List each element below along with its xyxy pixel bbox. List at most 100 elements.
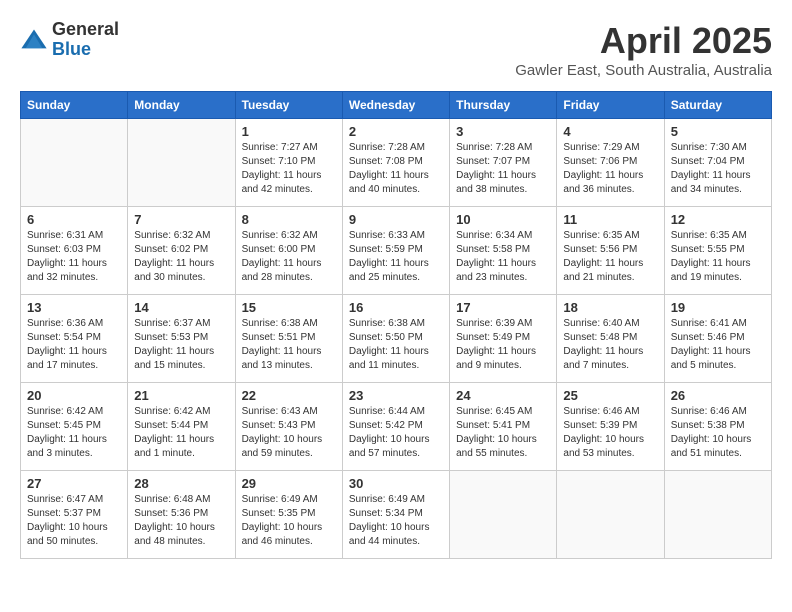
day-info: Sunrise: 6:31 AMSunset: 6:03 PMDaylight:… [27, 229, 121, 285]
day-info: Sunrise: 7:28 AMSunset: 7:07 PMDaylight:… [456, 141, 550, 197]
day-cell [128, 119, 235, 207]
day-number: 17 [456, 300, 550, 315]
week-row-3: 13 Sunrise: 6:36 AMSunset: 5:54 PMDayligh… [21, 295, 772, 383]
day-cell: 12 Sunrise: 6:35 AMSunset: 5:55 PMDayligh… [664, 207, 771, 295]
day-info: Sunrise: 7:28 AMSunset: 7:08 PMDaylight:… [349, 141, 443, 197]
day-cell [557, 471, 664, 559]
header-row: SundayMondayTuesdayWednesdayThursdayFrid… [21, 92, 772, 119]
column-header-monday: Monday [128, 92, 235, 119]
week-row-4: 20 Sunrise: 6:42 AMSunset: 5:45 PMDayligh… [21, 383, 772, 471]
day-info: Sunrise: 7:30 AMSunset: 7:04 PMDaylight:… [671, 141, 765, 197]
day-cell: 22Sunrise: 6:43 AMSunset: 5:43 PMDayligh… [235, 383, 342, 471]
day-number: 6 [27, 212, 121, 227]
day-number: 15 [242, 300, 336, 315]
logo-icon [20, 26, 48, 54]
day-info: Sunrise: 6:38 AMSunset: 5:51 PMDaylight:… [242, 317, 336, 373]
logo-blue: Blue [52, 40, 119, 60]
day-cell: 26Sunrise: 6:46 AMSunset: 5:38 PMDayligh… [664, 383, 771, 471]
day-cell: 2Sunrise: 7:28 AMSunset: 7:08 PMDaylight… [342, 119, 449, 207]
day-cell: 27 Sunrise: 6:47 AMSunset: 5:37 PMDayligh… [21, 471, 128, 559]
day-info: Sunrise: 6:44 AMSunset: 5:42 PMDaylight:… [349, 405, 443, 461]
day-number: 11 [563, 212, 657, 227]
calendar: SundayMondayTuesdayWednesdayThursdayFrid… [20, 91, 772, 559]
day-cell: 6 Sunrise: 6:31 AMSunset: 6:03 PMDaylight… [21, 207, 128, 295]
day-cell: 11 Sunrise: 6:35 AMSunset: 5:56 PMDayligh… [557, 207, 664, 295]
day-number: 25 [563, 388, 657, 403]
logo-general: General [52, 20, 119, 40]
column-header-wednesday: Wednesday [342, 92, 449, 119]
week-row-1: 1Sunrise: 7:27 AMSunset: 7:10 PMDaylight… [21, 119, 772, 207]
day-cell: 3 Sunrise: 7:28 AMSunset: 7:07 PMDaylight… [450, 119, 557, 207]
day-cell [450, 471, 557, 559]
day-number: 4 [563, 124, 657, 139]
day-number: 13 [27, 300, 121, 315]
day-info: Sunrise: 6:35 AMSunset: 5:55 PMDaylight:… [671, 229, 765, 285]
day-number: 7 [134, 212, 228, 227]
day-info: Sunrise: 6:32 AMSunset: 6:00 PMDaylight:… [242, 229, 336, 285]
day-cell: 23 Sunrise: 6:44 AMSunset: 5:42 PMDayligh… [342, 383, 449, 471]
day-number: 9 [349, 212, 443, 227]
calendar-body: 1Sunrise: 7:27 AMSunset: 7:10 PMDaylight… [21, 119, 772, 559]
day-info: Sunrise: 7:27 AMSunset: 7:10 PMDaylight:… [242, 141, 336, 197]
day-cell: 7 Sunrise: 6:32 AMSunset: 6:02 PMDaylight… [128, 207, 235, 295]
day-number: 14 [134, 300, 228, 315]
day-cell: 14 Sunrise: 6:37 AMSunset: 5:53 PMDayligh… [128, 295, 235, 383]
header: General Blue April 2025 Gawler East, Sou… [20, 20, 772, 79]
day-info: Sunrise: 6:33 AMSunset: 5:59 PMDaylight:… [349, 229, 443, 285]
day-info: Sunrise: 7:29 AMSunset: 7:06 PMDaylight:… [563, 141, 657, 197]
column-header-friday: Friday [557, 92, 664, 119]
day-cell: 20 Sunrise: 6:42 AMSunset: 5:45 PMDayligh… [21, 383, 128, 471]
title-location: Gawler East, South Australia, Australia [515, 62, 772, 79]
day-number: 19 [671, 300, 765, 315]
day-cell: 17 Sunrise: 6:39 AMSunset: 5:49 PMDayligh… [450, 295, 557, 383]
day-info: Sunrise: 6:35 AMSunset: 5:56 PMDaylight:… [563, 229, 657, 285]
day-number: 24 [456, 388, 550, 403]
title-block: April 2025 Gawler East, South Australia,… [515, 20, 772, 79]
day-number: 27 [27, 476, 121, 491]
day-cell: 30Sunrise: 6:49 AMSunset: 5:34 PMDayligh… [342, 471, 449, 559]
calendar-header: SundayMondayTuesdayWednesdayThursdayFrid… [21, 92, 772, 119]
day-number: 21 [134, 388, 228, 403]
day-info: Sunrise: 6:41 AMSunset: 5:46 PMDaylight:… [671, 317, 765, 373]
day-cell: 8 Sunrise: 6:32 AMSunset: 6:00 PMDaylight… [235, 207, 342, 295]
column-header-tuesday: Tuesday [235, 92, 342, 119]
day-info: Sunrise: 6:48 AMSunset: 5:36 PMDaylight:… [134, 493, 228, 549]
page: General Blue April 2025 Gawler East, Sou… [0, 0, 792, 579]
day-number: 3 [456, 124, 550, 139]
logo-text: General Blue [52, 20, 119, 60]
day-cell: 16Sunrise: 6:38 AMSunset: 5:50 PMDayligh… [342, 295, 449, 383]
day-info: Sunrise: 6:46 AMSunset: 5:39 PMDaylight:… [563, 405, 657, 461]
day-info: Sunrise: 6:36 AMSunset: 5:54 PMDaylight:… [27, 317, 121, 373]
day-info: Sunrise: 6:49 AMSunset: 5:35 PMDaylight:… [242, 493, 336, 549]
day-info: Sunrise: 6:46 AMSunset: 5:38 PMDaylight:… [671, 405, 765, 461]
day-info: Sunrise: 6:39 AMSunset: 5:49 PMDaylight:… [456, 317, 550, 373]
day-info: Sunrise: 6:47 AMSunset: 5:37 PMDaylight:… [27, 493, 121, 549]
day-cell: 21 Sunrise: 6:42 AMSunset: 5:44 PMDayligh… [128, 383, 235, 471]
day-number: 10 [456, 212, 550, 227]
day-number: 12 [671, 212, 765, 227]
column-header-thursday: Thursday [450, 92, 557, 119]
day-cell [21, 119, 128, 207]
day-info: Sunrise: 6:49 AMSunset: 5:34 PMDaylight:… [349, 493, 443, 549]
day-number: 20 [27, 388, 121, 403]
day-info: Sunrise: 6:42 AMSunset: 5:44 PMDaylight:… [134, 405, 228, 461]
day-cell: 5Sunrise: 7:30 AMSunset: 7:04 PMDaylight… [664, 119, 771, 207]
day-cell: 25 Sunrise: 6:46 AMSunset: 5:39 PMDayligh… [557, 383, 664, 471]
day-cell: 18Sunrise: 6:40 AMSunset: 5:48 PMDayligh… [557, 295, 664, 383]
column-header-sunday: Sunday [21, 92, 128, 119]
column-header-saturday: Saturday [664, 92, 771, 119]
day-info: Sunrise: 6:37 AMSunset: 5:53 PMDaylight:… [134, 317, 228, 373]
day-info: Sunrise: 6:45 AMSunset: 5:41 PMDaylight:… [456, 405, 550, 461]
day-number: 8 [242, 212, 336, 227]
logo: General Blue [20, 20, 119, 60]
day-cell: 28 Sunrise: 6:48 AMSunset: 5:36 PMDayligh… [128, 471, 235, 559]
day-info: Sunrise: 6:32 AMSunset: 6:02 PMDaylight:… [134, 229, 228, 285]
day-number: 29 [242, 476, 336, 491]
day-number: 23 [349, 388, 443, 403]
day-info: Sunrise: 6:40 AMSunset: 5:48 PMDaylight:… [563, 317, 657, 373]
day-number: 28 [134, 476, 228, 491]
title-month: April 2025 [515, 20, 772, 62]
day-cell: 4 Sunrise: 7:29 AMSunset: 7:06 PMDaylight… [557, 119, 664, 207]
day-info: Sunrise: 6:42 AMSunset: 5:45 PMDaylight:… [27, 405, 121, 461]
day-cell: 9 Sunrise: 6:33 AMSunset: 5:59 PMDaylight… [342, 207, 449, 295]
